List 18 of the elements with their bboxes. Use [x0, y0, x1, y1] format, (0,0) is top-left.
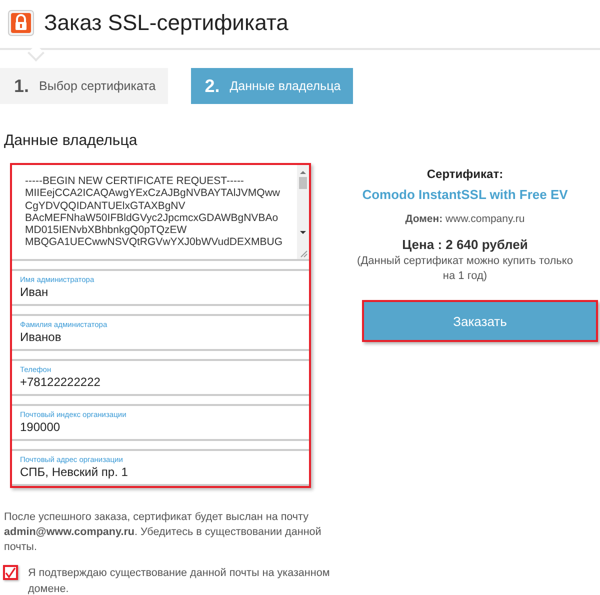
- text-input[interactable]: +78122222222: [20, 375, 301, 389]
- certificate-request-field[interactable]: -----BEGIN NEW CERTIFICATE REQUEST----- MIIEejCCA2ICAQAwgYExCzAJBgNVBAYTAlJVMQww CgYDVQQIDANTUElxGTAXBgNV BAcMEFNhaW50IFBldGVyc2JpcmcxGDAWBgNVBAo MD015IENvbXBhbnkgQ0pTQzEW MBQGA1UECwwNSVQtRGVwYXJ0bWVudDEXMBUG: [12, 165, 309, 261]
- checkbox-label: Я подтверждаю существование данной почты на указанном домене.: [28, 566, 330, 595]
- scrollbar-icon[interactable]: [297, 165, 309, 259]
- text-input[interactable]: Иванов: [20, 330, 301, 344]
- domain-text: Домен: www.company.ru: [405, 213, 525, 225]
- lock-icon: [8, 10, 34, 36]
- price-text: Цена : 2 640 рублей: [402, 237, 528, 252]
- text-input[interactable]: Иван: [20, 285, 301, 299]
- step-tab[interactable]: 1. Выбор сертификата: [0, 68, 168, 104]
- text-input[interactable]: СПБ, Невский пр. 1: [20, 465, 301, 479]
- checkbox[interactable]: [3, 565, 18, 580]
- page-title: Заказ SSL-сертификата: [44, 10, 288, 36]
- notice-text: После успешного заказа, сертификат будет выслан на почту admin@www.company.ru. Убедитесь в существовании данной почты.: [4, 510, 322, 555]
- section-heading: Данные владельца: [4, 132, 138, 149]
- price-note: (Данный сертификат можно купить только на 1 год): [356, 254, 574, 284]
- certificate-label: Сертификат:: [426, 167, 504, 181]
- text-input[interactable]: 190000: [20, 420, 301, 434]
